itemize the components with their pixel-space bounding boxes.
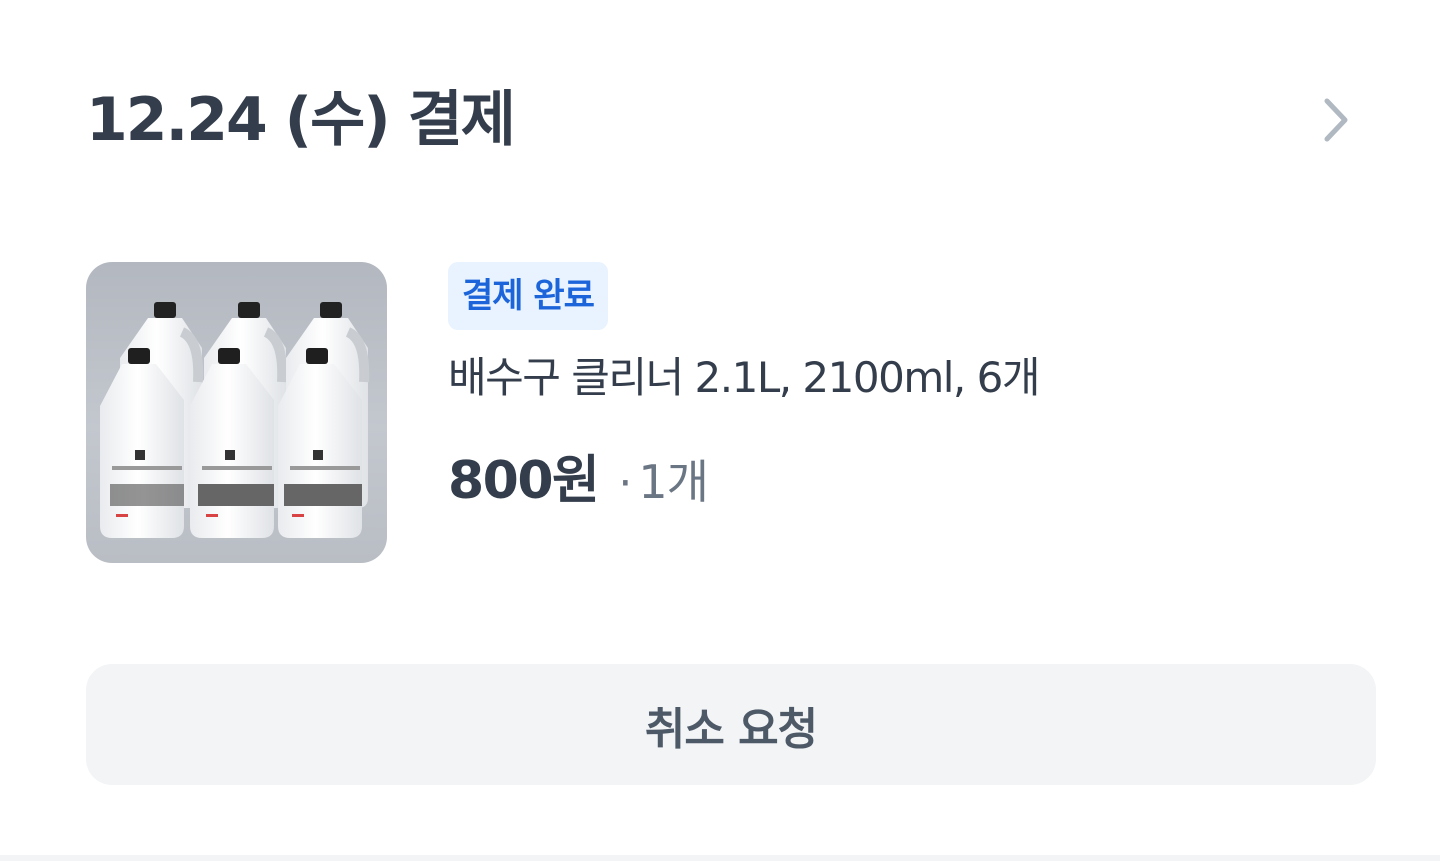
order-item[interactable]: 결제 완료 배수구 클리너 2.1L, 2100ml, 6개 800원 · 1개 bbox=[86, 262, 1376, 564]
order-date-title: 12.24 (수) 결제 bbox=[86, 85, 516, 155]
product-name[interactable]: 배수구 클리너 2.1L, 2100ml, 6개 bbox=[448, 350, 1040, 406]
order-card: 12.24 (수) 결제 결제 완료 배수구 클리너 2.1L, 2100ml,… bbox=[0, 0, 1440, 861]
product-image[interactable] bbox=[86, 262, 387, 563]
qty-separator: · bbox=[618, 458, 633, 509]
status-badge: 결제 완료 bbox=[448, 262, 608, 330]
chevron-right-icon[interactable] bbox=[1316, 90, 1356, 150]
section-divider bbox=[0, 855, 1440, 861]
price-line: 800원 · 1개 bbox=[448, 438, 1039, 513]
item-quantity: 1개 bbox=[638, 455, 709, 509]
order-header[interactable]: 12.24 (수) 결제 bbox=[86, 78, 1376, 162]
item-price: 800원 bbox=[448, 451, 600, 511]
item-info: 결제 완료 배수구 클리너 2.1L, 2100ml, 6개 800원 · 1개 bbox=[448, 262, 1040, 513]
cancel-request-button[interactable]: 취소 요청 bbox=[86, 664, 1376, 785]
